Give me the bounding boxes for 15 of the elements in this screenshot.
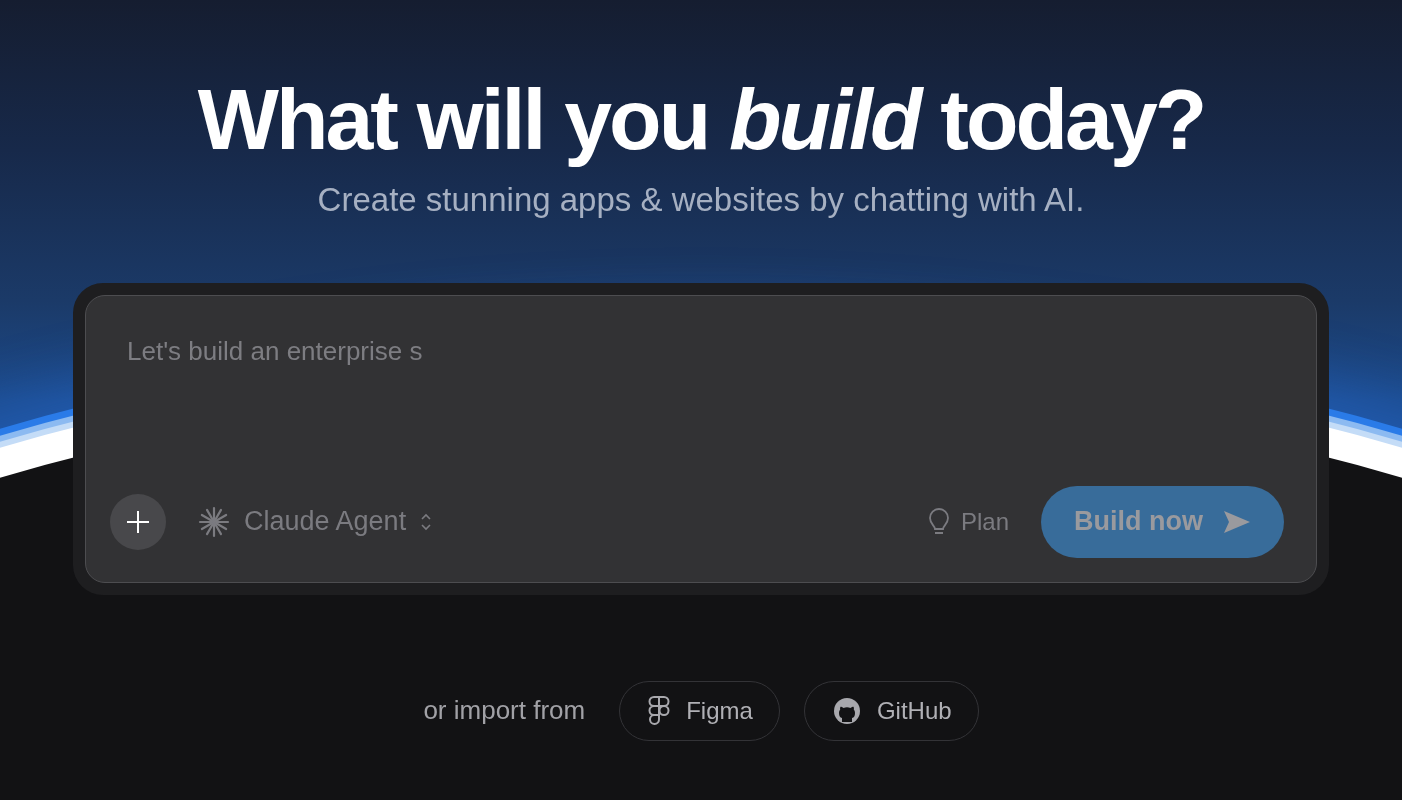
figma-icon	[648, 695, 671, 726]
starburst-icon	[198, 505, 230, 538]
import-button[interactable]: Figma	[619, 680, 780, 741]
cat-silhouette-icon	[832, 696, 861, 725]
lightbulb-icon	[926, 506, 951, 537]
headline: What will you build today?	[197, 72, 1205, 167]
chevron-up-down-icon	[420, 511, 433, 532]
import-label: or import from	[423, 695, 586, 727]
import-button[interactable]: GitHub	[803, 680, 979, 741]
model-selector[interactable]: Claude Agent	[198, 505, 433, 538]
send-icon	[1223, 509, 1251, 534]
prompt-input[interactable]: Let's build an enterprise s	[127, 335, 1284, 486]
plan-button[interactable]: Plan	[926, 506, 1009, 537]
subtitle: Create stunning apps & websites by chatting with AI.	[317, 180, 1085, 219]
plus-icon	[126, 509, 150, 534]
